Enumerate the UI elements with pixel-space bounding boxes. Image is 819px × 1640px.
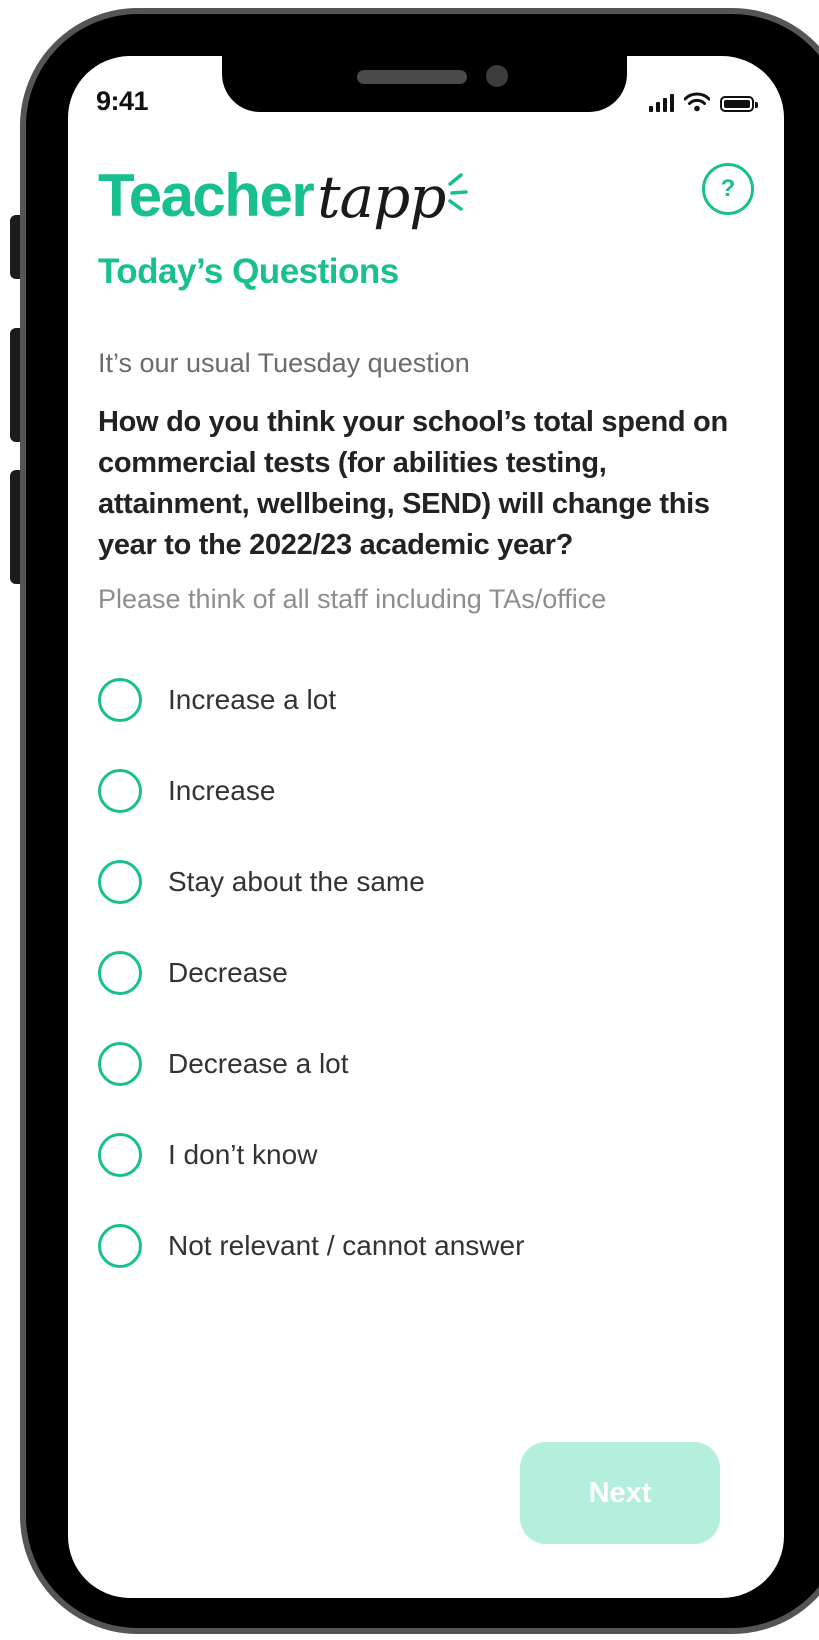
app-logo: Teacher tapp <box>98 166 469 226</box>
sparkle-icon <box>448 173 469 211</box>
radio-button[interactable] <box>98 1224 142 1268</box>
notch <box>222 56 627 112</box>
option-label: Increase a lot <box>168 684 337 715</box>
status-time: 9:41 <box>96 86 149 116</box>
question-intro: It’s our usual Tuesday question <box>98 348 470 378</box>
option-stay-about-the-same[interactable]: Stay about the same <box>98 858 718 906</box>
radio-button[interactable] <box>98 678 142 722</box>
option-decrease[interactable]: Decrease <box>98 949 718 997</box>
radio-button[interactable] <box>98 951 142 995</box>
option-label: I don’t know <box>168 1139 318 1170</box>
option-label: Stay about the same <box>168 866 425 897</box>
question-text: How do you think your school’s total spe… <box>98 406 728 561</box>
speaker-grille <box>357 70 467 84</box>
answer-options: Increase a lot Increase Stay about the s… <box>98 676 718 1313</box>
signal-icon <box>649 94 674 112</box>
option-dont-know[interactable]: I don’t know <box>98 1131 718 1179</box>
battery-icon <box>720 96 758 112</box>
option-label: Increase <box>168 775 276 806</box>
radio-button[interactable] <box>98 860 142 904</box>
radio-button[interactable] <box>98 1133 142 1177</box>
option-label: Not relevant / cannot answer <box>168 1230 525 1261</box>
option-label: Decrease <box>168 957 288 988</box>
option-not-relevant[interactable]: Not relevant / cannot answer <box>98 1222 718 1270</box>
next-button[interactable]: Next <box>520 1442 720 1544</box>
radio-button[interactable] <box>98 769 142 813</box>
help-button[interactable]: ? <box>702 163 754 215</box>
logo-script: tapp <box>317 163 446 231</box>
app-screen: 9:41 Teacher tapp ? Today’s Questions It… <box>68 56 784 1598</box>
question-hint: Please think of all staff including TAs/… <box>98 584 607 614</box>
wifi-icon <box>684 92 710 112</box>
page-title: Today’s Questions <box>98 252 399 291</box>
device-mockup: 9:41 Teacher tapp ? Today’s Questions It… <box>0 0 819 1640</box>
radio-button[interactable] <box>98 1042 142 1086</box>
option-increase-a-lot[interactable]: Increase a lot <box>98 676 718 724</box>
option-decrease-a-lot[interactable]: Decrease a lot <box>98 1040 718 1088</box>
status-icons <box>649 92 758 112</box>
logo-wordmark: Teacher <box>98 162 315 229</box>
front-camera <box>486 65 508 87</box>
option-increase[interactable]: Increase <box>98 767 718 815</box>
option-label: Decrease a lot <box>168 1048 349 1079</box>
